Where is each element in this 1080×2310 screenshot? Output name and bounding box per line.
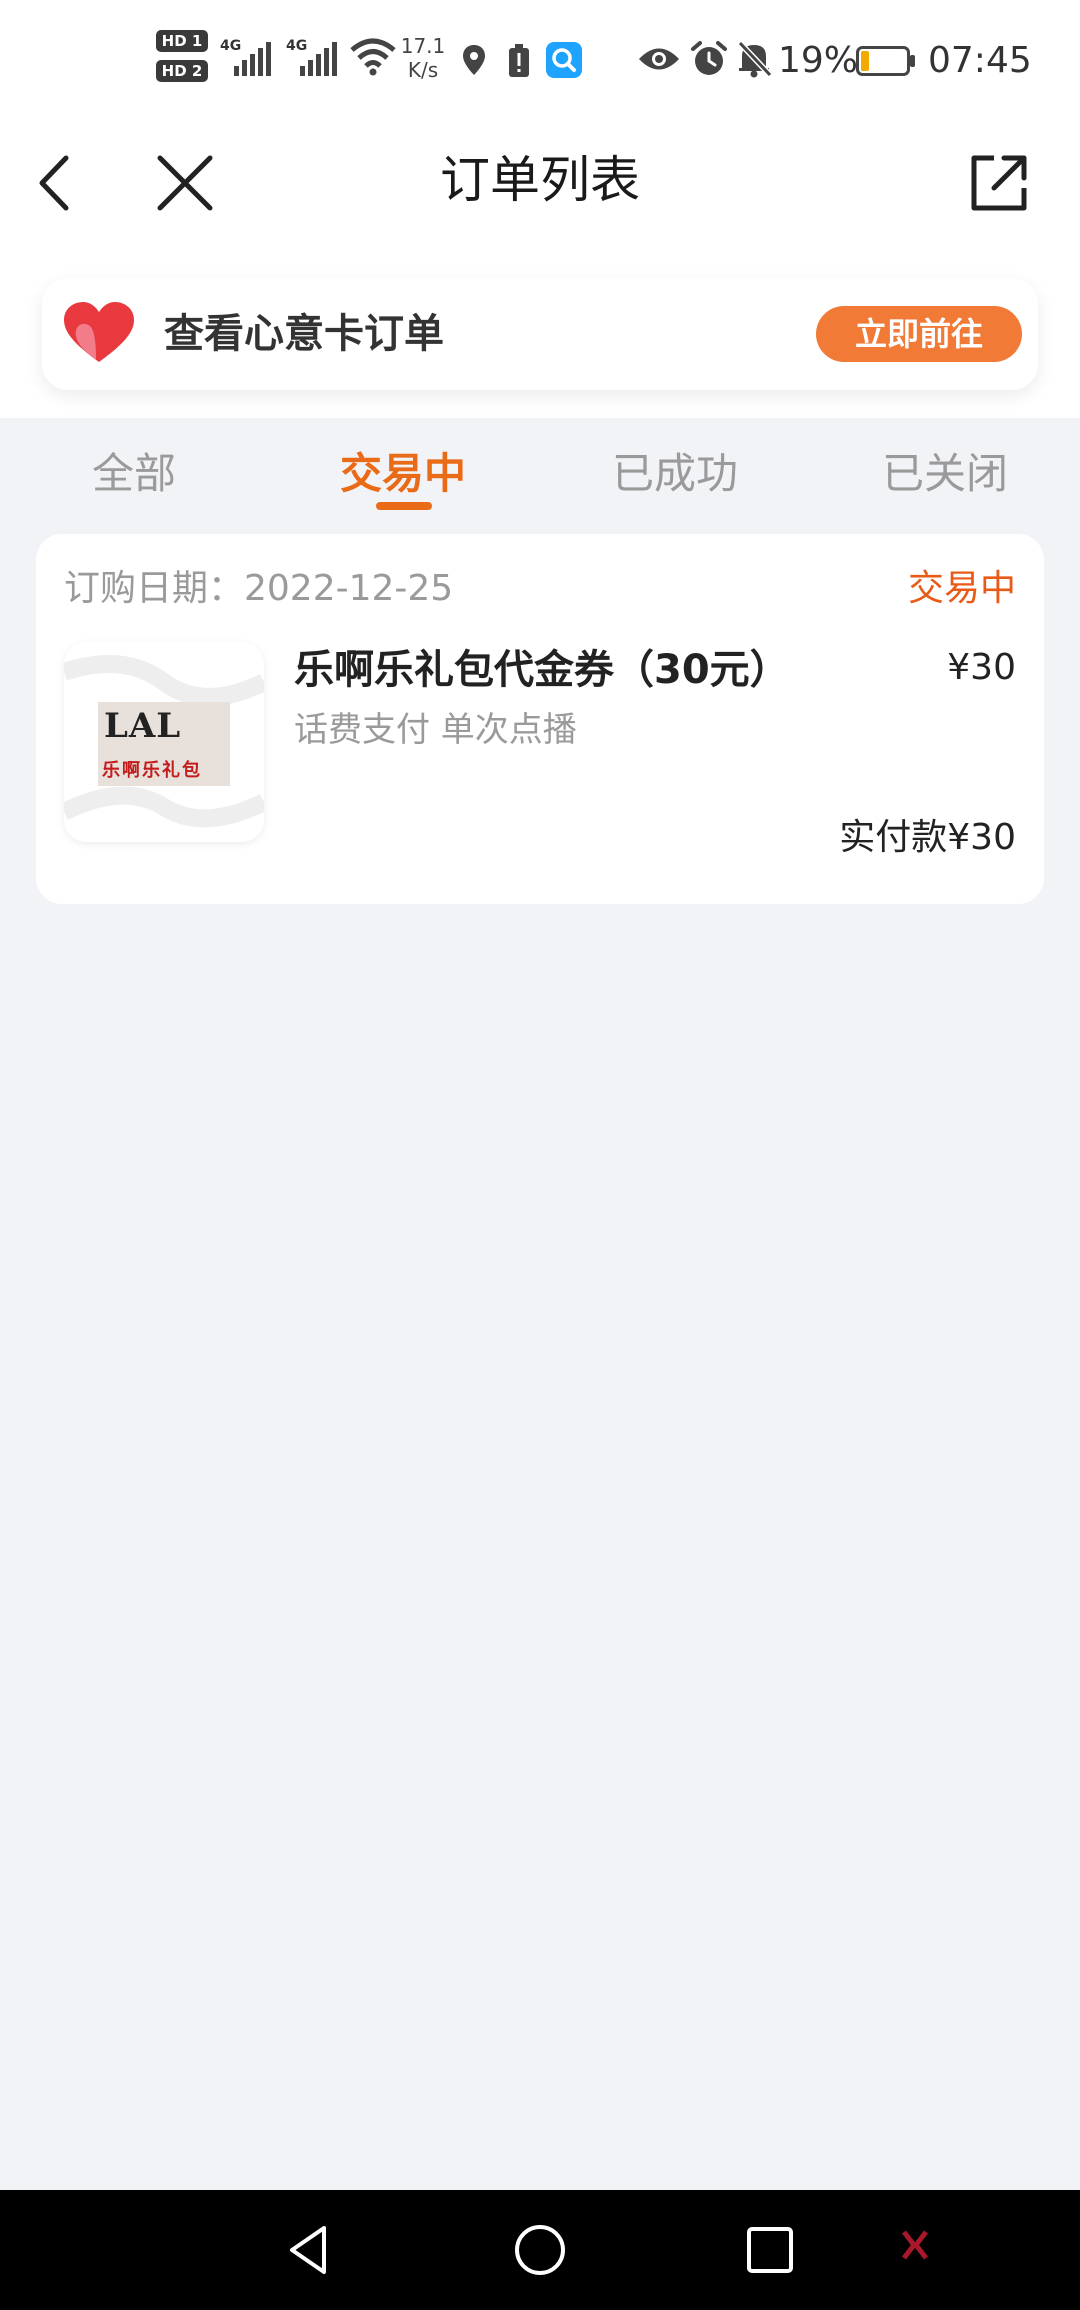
active-tab-indicator bbox=[376, 502, 432, 510]
tab-completed[interactable]: 已成功 bbox=[612, 446, 738, 502]
logo-mark: LAL bbox=[104, 706, 182, 746]
tab-closed[interactable]: 已关闭 bbox=[882, 446, 1008, 502]
status-tabs: 全部 交易中 已成功 已关闭 bbox=[0, 418, 1080, 528]
product-thumbnail[interactable]: LAL 乐啊乐礼包 bbox=[64, 642, 264, 842]
system-home-button[interactable] bbox=[510, 2220, 570, 2280]
system-nav-bar bbox=[0, 2190, 1080, 2310]
status-bar: HD 1 HD 2 4G 4G 17.1 K/s 19% 07:45 bbox=[0, 0, 1080, 120]
signal-icon: 4G bbox=[286, 38, 344, 78]
heart-icon bbox=[64, 302, 134, 362]
mute-icon bbox=[737, 40, 772, 78]
battery-icon bbox=[856, 46, 915, 76]
sim-badges: HD 1 HD 2 bbox=[156, 30, 214, 90]
back-triangle-icon bbox=[290, 2226, 326, 2274]
product-logo: LAL 乐啊乐礼包 bbox=[98, 702, 230, 786]
share-button[interactable] bbox=[964, 148, 1034, 218]
share-icon bbox=[971, 155, 1027, 211]
order-date: 订购日期：2022-12-25 bbox=[64, 568, 454, 609]
battery-alert-icon bbox=[509, 44, 529, 77]
battery-percent: 19% bbox=[778, 40, 859, 81]
product-price: ¥30 bbox=[947, 647, 1016, 688]
signal-icon: 4G bbox=[220, 38, 278, 78]
tab-in-progress[interactable]: 交易中 bbox=[340, 446, 466, 502]
order-list-screen: HD 1 HD 2 4G 4G 17.1 K/s 19% 07:45 订单列表 … bbox=[0, 0, 1080, 2310]
product-name: 乐啊乐礼包代金券（30元） bbox=[294, 647, 790, 693]
alarm-icon bbox=[691, 41, 727, 75]
watermark-logo bbox=[900, 2228, 1020, 2268]
tab-all[interactable]: 全部 bbox=[92, 446, 176, 502]
home-circle-icon bbox=[515, 2225, 565, 2275]
order-card[interactable]: 订购日期：2022-12-25 交易中 LAL 乐啊乐礼包 乐啊乐礼包代金券（3… bbox=[36, 534, 1044, 904]
product-description: 话费支付 单次点播 bbox=[294, 710, 577, 750]
watermark-icon bbox=[902, 2230, 928, 2260]
eye-icon bbox=[639, 48, 679, 70]
location-icon bbox=[463, 45, 485, 75]
sim1-badge: HD 1 bbox=[156, 30, 208, 52]
recent-square-icon bbox=[747, 2227, 793, 2273]
search-app-icon bbox=[546, 42, 582, 78]
go-now-button[interactable]: 立即前往 bbox=[816, 306, 1022, 362]
wifi-icon bbox=[350, 38, 396, 76]
sim2-badge: HD 2 bbox=[156, 60, 208, 82]
nav-header: 订单列表 bbox=[0, 120, 1080, 250]
order-status: 交易中 bbox=[907, 568, 1016, 609]
system-back-button[interactable] bbox=[280, 2220, 340, 2280]
network-speed: 17.1 K/s bbox=[400, 34, 446, 82]
system-recent-button[interactable] bbox=[740, 2220, 800, 2280]
logo-name: 乐啊乐礼包 bbox=[102, 760, 202, 781]
page-title: 订单列表 bbox=[440, 151, 640, 209]
clock: 07:45 bbox=[928, 40, 1032, 81]
heart-card-banner[interactable]: 查看心意卡订单 立即前往 bbox=[42, 278, 1038, 390]
paid-amount: 实付款¥30 bbox=[839, 817, 1016, 858]
banner-text: 查看心意卡订单 bbox=[164, 311, 444, 357]
